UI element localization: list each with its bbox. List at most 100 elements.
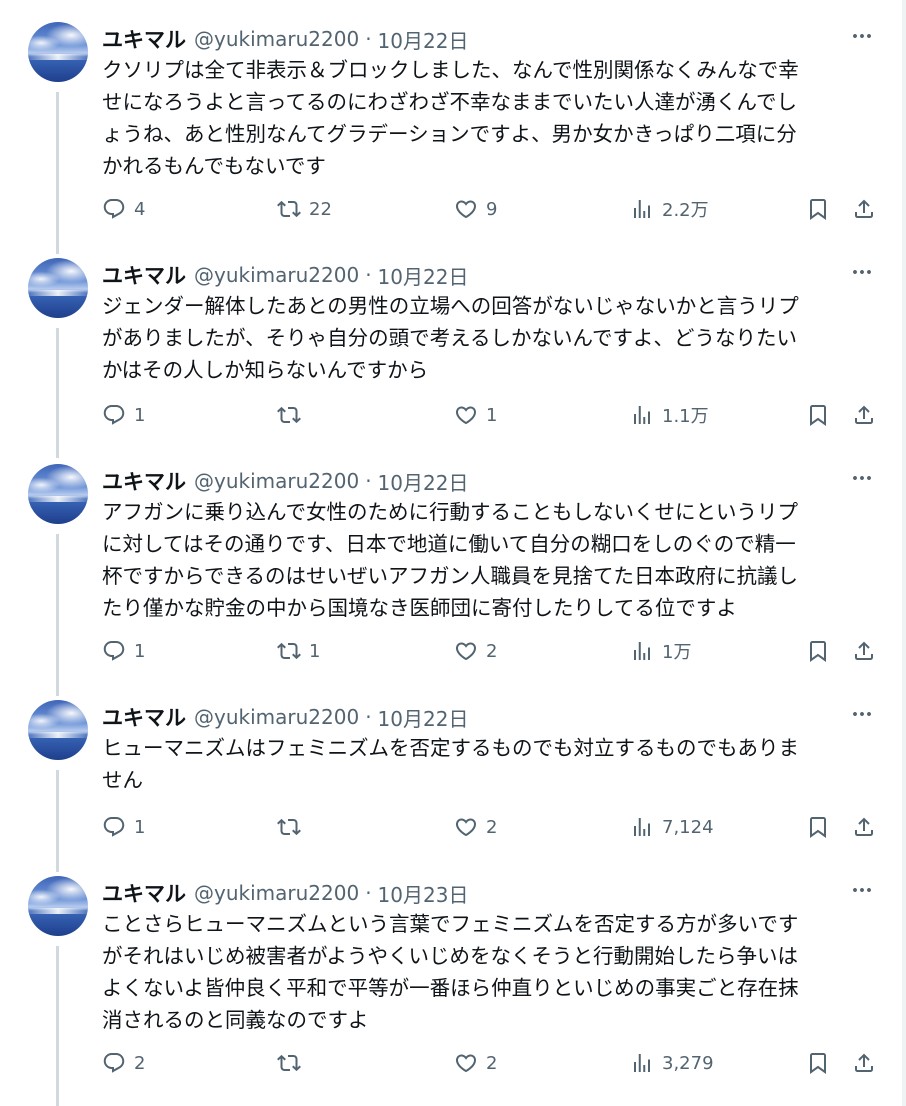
- more-icon: [850, 878, 874, 902]
- bookmark-button[interactable]: [806, 809, 830, 845]
- share-button[interactable]: [852, 397, 876, 433]
- like-button[interactable]: 2: [454, 809, 497, 845]
- repost-button[interactable]: [277, 1045, 309, 1081]
- author-handle[interactable]: @yukimaru2200: [194, 881, 359, 905]
- tweet[interactable]: ユキマル @yukimaru2200 · 10月22日 ヒューマニズムはフェミニズムを否…: [0, 700, 902, 845]
- more-button[interactable]: [850, 466, 874, 490]
- tweet-text-line: せん: [102, 768, 143, 792]
- like-button[interactable]: 2: [454, 1045, 497, 1081]
- tweet-text-line: ジェンダー解体したあとの男性の立場への回答がないじゃないかと言うリプ: [102, 294, 799, 318]
- bookmark-button[interactable]: [806, 1045, 830, 1081]
- tweet-actions: 1 1 2 1万: [102, 633, 882, 669]
- separator-dot: ·: [365, 469, 372, 493]
- share-button[interactable]: [852, 191, 876, 227]
- share-icon: [852, 639, 876, 663]
- reply-count: 1: [134, 404, 146, 426]
- bookmark-button[interactable]: [806, 191, 830, 227]
- tweet-header: ユキマル @yukimaru2200 · 10月22日: [102, 22, 468, 56]
- like-button[interactable]: 2: [454, 633, 497, 669]
- tweet-date[interactable]: 10月22日: [378, 467, 469, 496]
- views-icon: [630, 197, 654, 221]
- repost-button[interactable]: [277, 809, 309, 845]
- tweet[interactable]: ユキマル @yukimaru2200 · 10月22日 クソリプは全て非表示＆ブロックし…: [0, 22, 902, 227]
- tweet-text-line: ことさらヒューマニズムという言葉でフェミニズムを否定する方が多いです: [102, 912, 799, 936]
- separator-dot: ·: [365, 881, 372, 905]
- like-button[interactable]: 1: [454, 397, 497, 433]
- tweet-date[interactable]: 10月22日: [378, 25, 469, 54]
- tweet-text: ことさらヒューマニズムという言葉でフェミニズムを否定する方が多いです がそれはいじ…: [102, 908, 872, 1036]
- repost-icon: [277, 1051, 301, 1075]
- like-count: 2: [486, 640, 498, 662]
- author-name[interactable]: ユキマル: [102, 878, 186, 908]
- share-icon: [852, 1051, 876, 1075]
- tweet-actions: 4 22 9 2.2万: [102, 191, 882, 227]
- author-name[interactable]: ユキマル: [102, 466, 186, 496]
- reply-button[interactable]: 1: [102, 397, 145, 433]
- repost-button[interactable]: [277, 397, 309, 433]
- tweet-text-line: ヒューマニズムはフェミニズムを否定するものでも対立するものでもありま: [102, 736, 799, 760]
- views-button[interactable]: 2.2万: [630, 191, 709, 227]
- author-name[interactable]: ユキマル: [102, 260, 186, 290]
- views-icon: [630, 639, 654, 663]
- tweet-text-line: よくないよ皆仲良く平和で平等が一番ほら仲直りといじめの事実ごと存在抹: [102, 976, 799, 1000]
- tweet-date[interactable]: 10月22日: [378, 703, 469, 732]
- tweet[interactable]: ユキマル @yukimaru2200 · 10月22日ジェンダー解体したあとの男性の立…: [0, 258, 902, 433]
- author-handle[interactable]: @yukimaru2200: [194, 705, 359, 729]
- reply-button[interactable]: 4: [102, 191, 145, 227]
- tweet[interactable]: ユキマル @yukimaru2200 · 10月22日 アフガンに乗り込んで女性のために…: [0, 464, 902, 669]
- views-button[interactable]: 3,279: [630, 1045, 714, 1081]
- author-handle[interactable]: @yukimaru2200: [194, 27, 359, 51]
- tweet-header: ユキマル @yukimaru2200 · 10月22日: [102, 258, 468, 292]
- like-button[interactable]: 9: [454, 191, 497, 227]
- reply-icon: [102, 639, 126, 663]
- tweet-text-line: せになろうよと言ってるのにわざわざ不幸なままでいたい人達が湧くんでし: [102, 90, 797, 114]
- tweet-date[interactable]: 10月23日: [378, 879, 469, 908]
- reply-count: 4: [134, 198, 146, 220]
- bookmark-button[interactable]: [806, 633, 830, 669]
- views-button[interactable]: 1.1万: [630, 397, 709, 433]
- like-count: 2: [486, 816, 498, 838]
- bookmark-icon: [806, 197, 830, 221]
- tweet-header: ユキマル @yukimaru2200 · 10月22日: [102, 700, 468, 734]
- views-icon: [630, 815, 654, 839]
- separator-dot: ·: [365, 263, 372, 287]
- separator-dot: ·: [365, 27, 372, 51]
- like-count: 1: [486, 404, 498, 426]
- tweet-text-line: たり僅かな貯金の中から国境なき医師団に寄付したりしてる位ですよ: [102, 596, 737, 620]
- share-button[interactable]: [852, 1045, 876, 1081]
- repost-icon: [277, 197, 301, 221]
- views-button[interactable]: 1万: [630, 633, 691, 669]
- heart-icon: [454, 639, 478, 663]
- tweet-text-line: がそれはいじめ被害者がようやくいじめをなくそうと行動開始したら争いは: [102, 944, 798, 968]
- more-button[interactable]: [850, 878, 874, 902]
- reply-button[interactable]: 2: [102, 1045, 145, 1081]
- bookmark-icon: [806, 1051, 830, 1075]
- author-name[interactable]: ユキマル: [102, 24, 186, 54]
- reply-button[interactable]: 1: [102, 633, 145, 669]
- more-button[interactable]: [850, 24, 874, 48]
- like-count: 2: [486, 1052, 498, 1074]
- tweet-actions: 1 2 7,124: [102, 809, 882, 845]
- author-handle[interactable]: @yukimaru2200: [194, 263, 359, 287]
- reply-count: 2: [134, 1052, 146, 1074]
- author-handle[interactable]: @yukimaru2200: [194, 469, 359, 493]
- reply-icon: [102, 403, 126, 427]
- more-icon: [850, 466, 874, 490]
- repost-icon: [277, 815, 301, 839]
- tweet-actions: 2 2 3,279: [102, 1045, 882, 1081]
- repost-button[interactable]: 22: [277, 191, 332, 227]
- bookmark-button[interactable]: [806, 397, 830, 433]
- views-button[interactable]: 7,124: [630, 809, 714, 845]
- repost-button[interactable]: 1: [277, 633, 320, 669]
- author-name[interactable]: ユキマル: [102, 702, 186, 732]
- reply-button[interactable]: 1: [102, 809, 145, 845]
- more-button[interactable]: [850, 702, 874, 726]
- share-button[interactable]: [852, 633, 876, 669]
- more-button[interactable]: [850, 260, 874, 284]
- tweet-text: アフガンに乗り込んで女性のために行動することもしないくせにというリプ に対してはそ…: [102, 496, 872, 624]
- share-button[interactable]: [852, 809, 876, 845]
- heart-icon: [454, 197, 478, 221]
- tweet[interactable]: ユキマル @yukimaru2200 · 10月23日 ことさらヒューマニズムという言葉…: [0, 876, 902, 1081]
- tweet-date[interactable]: 10月22日: [378, 261, 469, 290]
- bookmark-icon: [806, 639, 830, 663]
